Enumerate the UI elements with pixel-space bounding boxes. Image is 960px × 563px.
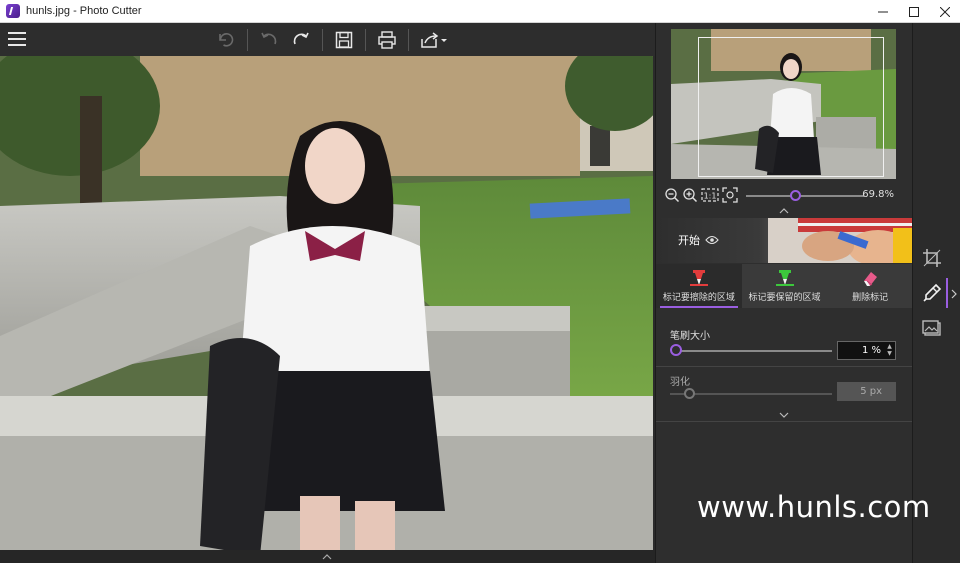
side-tool-strip — [912, 23, 960, 563]
minimize-icon — [877, 11, 888, 12]
tab-label: 标记要保留的区域 — [748, 293, 821, 303]
navigator-preview[interactable] — [671, 29, 896, 179]
title-bar: hunls.jpg - Photo Cutter — [0, 0, 960, 23]
mark-tabs: 标记要擦除的区域 标记要保留的区域 删除标记 — [656, 264, 913, 308]
feather-slider-thumb[interactable] — [684, 388, 695, 399]
close-icon — [939, 6, 950, 17]
section-divider — [656, 366, 913, 367]
tab-label: 标记要擦除的区域 — [662, 293, 735, 303]
chevron-right-icon[interactable] — [950, 289, 958, 299]
print-button[interactable] — [373, 26, 401, 54]
toolbar-separator — [247, 28, 248, 51]
canvas-bottom-bar — [0, 550, 655, 563]
maximize-button[interactable] — [898, 0, 929, 23]
chevron-down-icon[interactable] — [778, 411, 790, 419]
eraser-icon — [864, 272, 878, 286]
svg-text:1:1: 1:1 — [704, 192, 717, 201]
app-logo-icon — [6, 4, 20, 18]
save-icon — [335, 31, 353, 48]
brush-size-slider-track[interactable] — [676, 350, 832, 352]
save-button[interactable] — [330, 26, 358, 54]
minimize-button[interactable] — [867, 0, 898, 23]
chevron-up-icon[interactable] — [778, 207, 790, 215]
zoom-slider-track[interactable] — [746, 195, 864, 197]
actual-size-icon[interactable]: 1:1 — [701, 187, 719, 203]
navigator-viewport-frame[interactable] — [698, 37, 884, 177]
red-marker-icon — [689, 270, 708, 286]
tab-mark-keep[interactable]: 标记要保留的区域 — [742, 264, 828, 308]
crop-icon[interactable] — [921, 247, 943, 269]
toolbar-separator — [322, 28, 323, 51]
active-tool-indicator — [946, 278, 948, 308]
start-label: 开始 — [678, 234, 700, 247]
main-toolbar — [0, 23, 655, 56]
zoom-in-icon[interactable] — [682, 187, 698, 203]
feather-input[interactable]: 5 px — [837, 382, 896, 401]
undo-icon — [261, 32, 277, 44]
window-controls — [867, 0, 960, 23]
toolbar-separator — [365, 28, 366, 51]
fit-to-window-icon[interactable] — [722, 187, 738, 203]
brush-tool-icon[interactable] — [921, 282, 943, 304]
background-image-icon[interactable] — [921, 318, 943, 340]
chevron-up-icon[interactable] — [321, 553, 333, 561]
redo-icon — [293, 32, 309, 44]
maximize-icon — [908, 6, 919, 17]
brush-size-label: 笔刷大小 — [670, 331, 710, 342]
tab-delete-marks[interactable]: 删除标记 — [827, 264, 913, 308]
window-title: hunls.jpg - Photo Cutter — [26, 5, 142, 17]
zoom-value: 69.8% — [862, 189, 894, 200]
toolbar-separator — [408, 28, 409, 51]
print-icon — [378, 30, 396, 49]
share-icon — [421, 31, 447, 48]
close-button[interactable] — [929, 0, 960, 23]
undo-all-icon — [219, 32, 234, 47]
zoom-controls: 1:1 69.8% — [664, 186, 909, 206]
green-marker-icon — [775, 270, 794, 286]
eye-icon[interactable] — [705, 235, 719, 245]
photo-canvas[interactable] — [0, 56, 653, 550]
photo-image — [0, 56, 653, 550]
zoom-slider-thumb[interactable] — [790, 190, 801, 201]
redo-button[interactable] — [287, 26, 315, 54]
right-panel: 1:1 69.8% 开始 标记要擦除的区域 标记要保留的区域 删除标记 笔刷大小… — [655, 23, 913, 563]
brush-size-section: 笔刷大小 1 % ▲ ▼ — [656, 319, 913, 363]
start-banner-image — [768, 218, 913, 263]
feather-section: 羽化 5 px — [656, 369, 913, 413]
undo-all-button[interactable] — [212, 26, 240, 54]
zoom-out-icon[interactable] — [664, 187, 680, 203]
brush-size-stepper[interactable]: ▲ ▼ — [885, 343, 894, 358]
menu-icon[interactable] — [8, 32, 26, 46]
share-button[interactable] — [416, 26, 452, 54]
brush-size-input[interactable]: 1 % ▲ ▼ — [837, 341, 896, 360]
tab-mark-erase[interactable]: 标记要擦除的区域 — [656, 264, 742, 308]
undo-button[interactable] — [255, 26, 283, 54]
watermark-text: www.hunls.com — [697, 490, 931, 524]
tab-label: 删除标记 — [852, 293, 889, 303]
toolbar-actions — [210, 23, 454, 56]
brush-size-slider-thumb[interactable] — [670, 344, 682, 356]
section-divider — [656, 421, 913, 422]
feather-label: 羽化 — [670, 377, 690, 388]
start-button[interactable]: 开始 — [656, 218, 913, 263]
